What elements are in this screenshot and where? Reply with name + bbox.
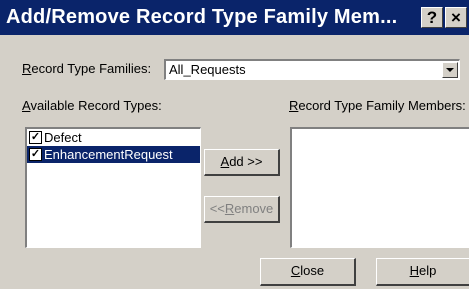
record-type-family-members-label: Record Type Family Members:: [289, 98, 466, 113]
available-record-types-label: Available Record Types:: [22, 98, 162, 113]
chevron-down-icon[interactable]: [442, 62, 458, 78]
add-button[interactable]: Add >>: [204, 149, 280, 176]
record-type-families-dropdown[interactable]: All_Requests: [164, 59, 460, 80]
list-item[interactable]: ✓ EnhancementRequest: [27, 146, 200, 163]
list-item[interactable]: ✓ Defect: [27, 129, 200, 146]
available-record-types-list[interactable]: ✓ Defect ✓ EnhancementRequest: [25, 127, 201, 248]
window-title: Add/Remove Record Type Family Mem...: [6, 6, 398, 28]
record-type-family-members-list[interactable]: [290, 127, 469, 248]
help-button[interactable]: ?: [421, 7, 443, 28]
close-icon: ×: [451, 8, 461, 27]
close-window-button[interactable]: ×: [445, 7, 467, 28]
record-type-families-label: Record Type Families:: [22, 61, 152, 76]
checkbox-checked-icon[interactable]: ✓: [29, 148, 42, 161]
remove-button[interactable]: <<Remove: [204, 196, 280, 223]
dropdown-selected-value: All_Requests: [169, 62, 246, 77]
help-dialog-button[interactable]: Help: [376, 258, 469, 286]
close-button[interactable]: Close: [260, 258, 356, 286]
record-type-family-dialog: Add/Remove Record Type Family Mem... ? ×…: [0, 0, 469, 289]
question-mark-icon: ?: [426, 8, 438, 27]
title-bar[interactable]: Add/Remove Record Type Family Mem... ? ×: [0, 0, 469, 35]
checkbox-checked-icon[interactable]: ✓: [29, 131, 42, 144]
